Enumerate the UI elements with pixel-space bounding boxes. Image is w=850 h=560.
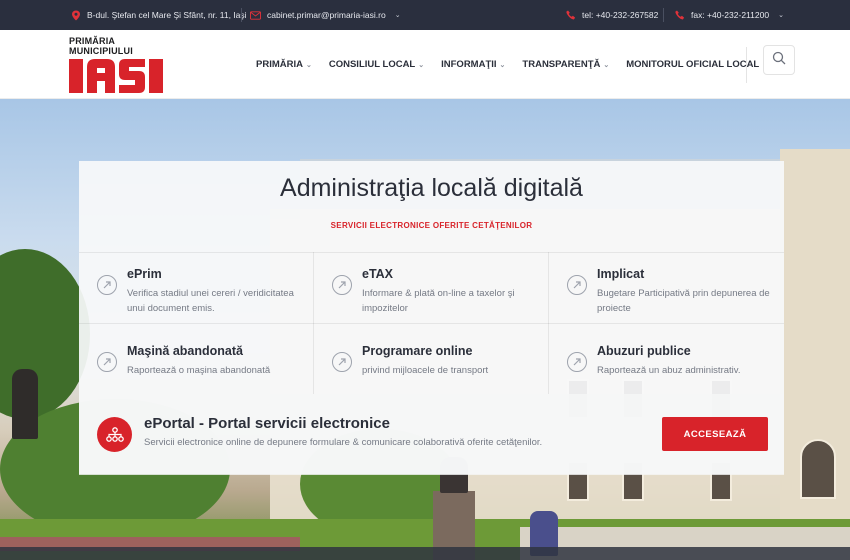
service-name: eTAX bbox=[362, 267, 394, 281]
divider bbox=[746, 47, 747, 83]
nav-label: PRIMĂRIA bbox=[256, 59, 303, 70]
logo-line-1: PRIMĂRIA bbox=[69, 36, 116, 46]
statue bbox=[12, 369, 38, 439]
service-description: Verifica stadiul unei cereri / veridicit… bbox=[127, 288, 294, 314]
service-arrow-icon bbox=[97, 275, 117, 295]
eportal-title[interactable]: ePortal - Portal servicii electronice bbox=[144, 415, 390, 432]
email-text: cabinet.primar@primaria-iasi.ro bbox=[267, 10, 386, 20]
service-name: Abuzuri publice bbox=[597, 344, 691, 358]
chevron-down-icon: ⌄ bbox=[418, 61, 425, 69]
service-arrow-icon bbox=[332, 352, 352, 372]
hero-subtitle: SERVICII ELECTRONICE OFERITE CETĂŢENILOR bbox=[330, 221, 533, 230]
window bbox=[800, 439, 836, 499]
nav-transparenta[interactable]: TRANSPARENŢĂ ⌄ bbox=[522, 59, 609, 70]
logo[interactable]: PRIMĂRIA MUNICIPIULUI bbox=[69, 36, 179, 94]
service-description: privind mijloacele de transport bbox=[362, 365, 489, 376]
chevron-down-icon: ⌄ bbox=[603, 61, 610, 69]
fax-text: fax: +40-232-211200 bbox=[691, 10, 770, 20]
map-pin-icon bbox=[70, 10, 81, 21]
eportal-network-icon bbox=[97, 417, 132, 452]
service-abuzuri-publice[interactable]: Abuzuri publice Raportează un abuz admin… bbox=[549, 330, 784, 400]
logo-line-2: MUNICIPIULUI bbox=[69, 46, 133, 56]
service-description: Raportează un abuz administrativ. bbox=[597, 365, 741, 376]
phone-item[interactable]: tel: +40-232-267582 bbox=[565, 0, 658, 30]
service-name: Programare online bbox=[362, 344, 473, 358]
logo-wordmark bbox=[69, 59, 179, 98]
nav-label: MONITORUL OFICIAL LOCAL bbox=[626, 59, 760, 70]
hero-title: Administraţia locală digitală bbox=[280, 174, 583, 202]
nav-label: TRANSPARENŢĂ bbox=[522, 59, 601, 70]
service-implicat[interactable]: Implicat Bugetare Participativă prin dep… bbox=[549, 253, 784, 323]
address-text: B-dul. Ştefan cel Mare Şi Sfânt, nr. 11,… bbox=[87, 10, 247, 20]
divider bbox=[79, 323, 784, 324]
top-bar: B-dul. Ştefan cel Mare Şi Sfânt, nr. 11,… bbox=[0, 0, 850, 30]
address-item[interactable]: B-dul. Ştefan cel Mare Şi Sfânt, nr. 11,… bbox=[70, 0, 247, 30]
nav-primaria[interactable]: PRIMĂRIA ⌄ bbox=[256, 59, 312, 70]
service-name: ePrim bbox=[127, 267, 162, 281]
service-arrow-icon bbox=[332, 275, 352, 295]
phone-text: tel: +40-232-267582 bbox=[582, 10, 659, 20]
phone-icon bbox=[565, 10, 576, 21]
service-masina-abandonata[interactable]: Maşină abandonată Raportează o maşina ab… bbox=[79, 330, 314, 400]
divider bbox=[241, 8, 242, 22]
chevron-down-icon: ⌄ bbox=[394, 12, 401, 19]
service-arrow-icon bbox=[97, 352, 117, 372]
service-description: Informare & plată on-line a taxelor şi i… bbox=[362, 288, 515, 314]
search-icon bbox=[772, 51, 786, 70]
chevron-down-icon: ⌄ bbox=[305, 61, 312, 69]
search-button[interactable] bbox=[763, 45, 795, 75]
nav-label: INFORMAŢII bbox=[441, 59, 497, 70]
service-description: Raportează o maşina abandonată bbox=[127, 365, 271, 376]
service-name: Maşină abandonată bbox=[127, 344, 243, 358]
service-etax[interactable]: eTAX Informare & plată on-line a taxelor… bbox=[314, 253, 549, 323]
service-description: Bugetare Participativă prin depunerea de… bbox=[597, 288, 770, 314]
bottom-strip bbox=[0, 547, 850, 560]
nav-label: CONSILIUL LOCAL bbox=[328, 59, 416, 70]
email-item[interactable]: cabinet.primar@primaria-iasi.ro ⌄ bbox=[250, 0, 401, 30]
main-nav: PRIMĂRIA ⌄ CONSILIUL LOCAL ⌄ INFORMAŢII ⌄ T… bbox=[256, 30, 785, 99]
service-eprim[interactable]: ePrim Verifica stadiul unei cereri / ver… bbox=[79, 253, 314, 323]
eportal-description: Servicii electronice online de depunere … bbox=[144, 437, 543, 448]
nav-informatii[interactable]: INFORMAŢII ⌄ bbox=[441, 59, 505, 70]
chevron-down-icon: ⌄ bbox=[499, 61, 506, 69]
service-programare-online[interactable]: Programare online privind mijloacele de … bbox=[314, 330, 549, 400]
service-arrow-icon bbox=[567, 275, 587, 295]
mail-icon bbox=[250, 10, 261, 21]
service-name: Implicat bbox=[597, 267, 645, 281]
nav-consiliul-local[interactable]: CONSILIUL LOCAL ⌄ bbox=[329, 59, 424, 70]
acceseaza-button[interactable]: ACCESEAZĂ bbox=[662, 417, 768, 451]
service-arrow-icon bbox=[567, 352, 587, 372]
chevron-down-icon: ⌄ bbox=[778, 12, 784, 19]
fax-item[interactable]: fax: +40-232-211200 ⌄ bbox=[674, 0, 784, 30]
divider bbox=[663, 8, 664, 22]
fax-icon bbox=[674, 10, 685, 21]
